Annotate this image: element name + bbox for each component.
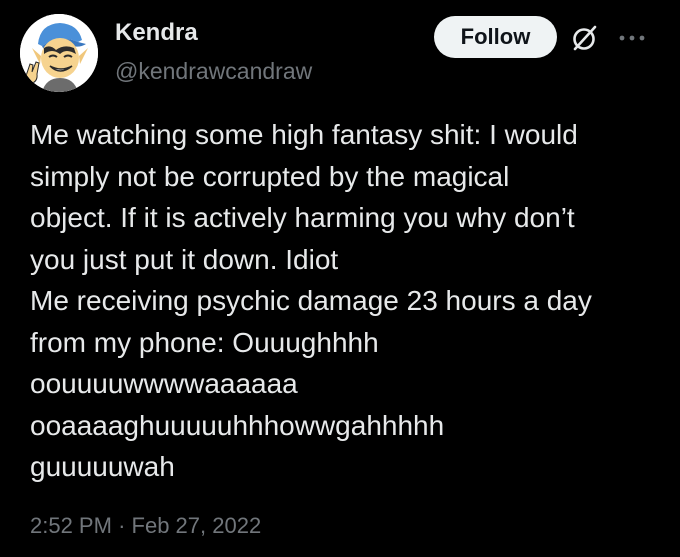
tweet-text-line: ooaaaaghuuuuuhhhowwgahhhhh <box>30 409 445 441</box>
tweet-text-line: simply not be corrupted by the magical <box>30 160 510 192</box>
tweet-text-line: Me receiving psychic damage 23 hours a d… <box>30 285 592 316</box>
tweet-header: Kendra @kendrawcandraw Follow <box>20 14 668 94</box>
grok-icon[interactable] <box>571 24 599 52</box>
tweet-date[interactable]: Feb 27, 2022 <box>132 513 262 538</box>
tweet-text-line: you just put it down. Idiot <box>30 243 339 275</box>
user-handle[interactable]: @kendrawcandraw <box>115 56 312 86</box>
display-name[interactable]: Kendra <box>115 18 198 48</box>
tweet-timestamp: 2:52 PM · Feb 27, 2022 <box>30 511 261 541</box>
tweet-text-line: object. If it is actively harming you wh… <box>30 202 575 233</box>
avatar[interactable] <box>20 14 98 92</box>
follow-button[interactable]: Follow <box>434 16 557 58</box>
tweet-text-line: from my phone: Ouuughhhh <box>30 326 379 358</box>
tweet-time[interactable]: 2:52 PM <box>30 513 112 538</box>
tweet-text-line: guuuuuwah <box>30 451 175 482</box>
tweet-text: Me watching some high fantasy shit: I wo… <box>30 114 660 488</box>
tweet-text-line: Me watching some high fantasy shit: I wo… <box>30 119 578 150</box>
timestamp-separator: · <box>118 513 126 538</box>
tweet-text-line: oouuuuwwwwaaaaaa <box>30 368 298 399</box>
cartoon-avatar-icon <box>20 14 98 92</box>
more-options-icon[interactable] <box>617 30 647 46</box>
